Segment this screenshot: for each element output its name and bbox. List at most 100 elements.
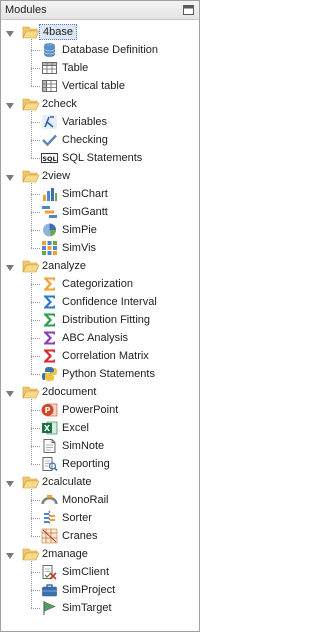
sigma-blue-icon [41, 294, 58, 310]
tree-item-label: SQL Statements [62, 152, 143, 164]
tree-item-label: ABC Analysis [62, 332, 129, 344]
gantt-icon [41, 204, 58, 220]
tree-item-label: Database Definition [62, 44, 159, 56]
svg-text:SQL: SQL [42, 155, 56, 163]
tree-item-label: MonoRail [62, 494, 109, 506]
sorter-icon [41, 510, 58, 526]
tree-connector [31, 158, 40, 159]
tree-group-label: 2calculate [42, 476, 92, 488]
tree-item-label: SimProject [62, 584, 116, 596]
collapse-toggle-icon[interactable] [5, 387, 15, 397]
tree-connector [31, 518, 40, 519]
folder-open-icon [22, 546, 40, 562]
database-icon [41, 42, 58, 58]
tree-item-label: Checking [62, 134, 108, 146]
tree-item-label: SimNote [62, 440, 105, 452]
tree-item-label: SimVis [62, 242, 97, 254]
tree-connector [31, 410, 40, 411]
table-icon [41, 60, 58, 76]
folder-open-icon [22, 258, 40, 274]
tree-group-label: 2view [42, 170, 71, 182]
folder-open-icon [22, 96, 40, 112]
tree-connector [31, 86, 40, 87]
svg-text:X: X [44, 424, 51, 433]
tree-connector [31, 428, 40, 429]
modules-panel: Modules 4base Database Definition Table Ver… [0, 0, 200, 632]
report-icon [41, 456, 58, 472]
collapse-toggle-icon[interactable] [5, 99, 15, 109]
collapse-toggle-icon[interactable] [5, 477, 15, 487]
folder-open-icon [22, 24, 40, 40]
tree-connector [31, 608, 40, 609]
tree-connector [31, 183, 32, 248]
tree-connector [31, 338, 40, 339]
tree-group-label: 2document [42, 386, 97, 398]
excel-icon: X [41, 420, 58, 436]
tree-item-label: Confidence Interval [62, 296, 157, 308]
tree-connector [31, 572, 40, 573]
tree-item-label: Variables [62, 116, 108, 128]
folder-open-icon [22, 474, 40, 490]
briefcase-icon [41, 582, 58, 598]
sigma-green-icon [41, 312, 58, 328]
tree-item-label: SimTarget [62, 602, 112, 614]
module-tree: 4base Database Definition Table Vertical ta… [1, 23, 199, 617]
tree-connector [31, 273, 32, 374]
tree-connector [31, 536, 40, 537]
collapse-toggle-icon[interactable] [5, 27, 15, 37]
vertical-table-icon [41, 78, 58, 94]
folder-open-icon [22, 384, 40, 400]
tree-connector [31, 39, 32, 86]
tree-connector [31, 489, 32, 536]
tree-item-label: SimPie [62, 224, 97, 236]
tree-item-label: Sorter [62, 512, 92, 524]
folder-open-icon [22, 168, 40, 184]
tree-item-label: Reporting [62, 458, 110, 470]
collapse-toggle-icon[interactable] [5, 261, 15, 271]
tree-item-label: Excel [62, 422, 89, 434]
tree-connector [31, 111, 32, 158]
tree-connector [31, 230, 40, 231]
sigma-red-icon [41, 348, 58, 364]
tree-connector [31, 140, 40, 141]
collapse-toggle-icon[interactable] [5, 171, 15, 181]
powerpoint-icon: P [41, 402, 58, 418]
tree-connector [31, 590, 40, 591]
tree-connector [31, 248, 40, 249]
tree-item-label: SimClient [62, 566, 110, 578]
tree-connector [31, 320, 40, 321]
flag-icon [41, 600, 58, 616]
tree-connector [31, 561, 32, 608]
monorail-icon [41, 492, 58, 508]
tree-connector [31, 446, 40, 447]
variable-icon [41, 114, 58, 130]
restore-window-icon[interactable] [182, 4, 195, 16]
pie-chart-icon [41, 222, 58, 238]
tree-item-label: Distribution Fitting [62, 314, 151, 326]
svg-text:P: P [45, 406, 51, 415]
sigma-purple-icon [41, 330, 58, 346]
tree-item-label: SimGantt [62, 206, 108, 218]
tree-group-label: 2manage [42, 548, 88, 560]
collapse-toggle-icon[interactable] [5, 549, 15, 559]
note-icon [41, 438, 58, 454]
tree-connector [31, 374, 40, 375]
tree-group-label: 2check [42, 98, 77, 110]
tree-item-label: Python Statements [62, 368, 155, 380]
tree-item-label: Cranes [62, 530, 98, 542]
bar-chart-icon [41, 186, 58, 202]
tree-connector [31, 68, 40, 69]
tree-item-label: PowerPoint [62, 404, 119, 416]
tree-connector [31, 399, 32, 464]
tree-connector [31, 284, 40, 285]
client-icon [41, 564, 58, 580]
panel-title: Modules [5, 4, 47, 16]
sql-icon: SQL [41, 150, 58, 166]
tree-connector [31, 302, 40, 303]
tree-connector [31, 212, 40, 213]
tree-connector [31, 500, 40, 501]
tree-connector [31, 356, 40, 357]
python-icon [41, 366, 58, 382]
tree-item-label: Correlation Matrix [62, 350, 149, 362]
tree-item-label: Categorization [62, 278, 133, 290]
